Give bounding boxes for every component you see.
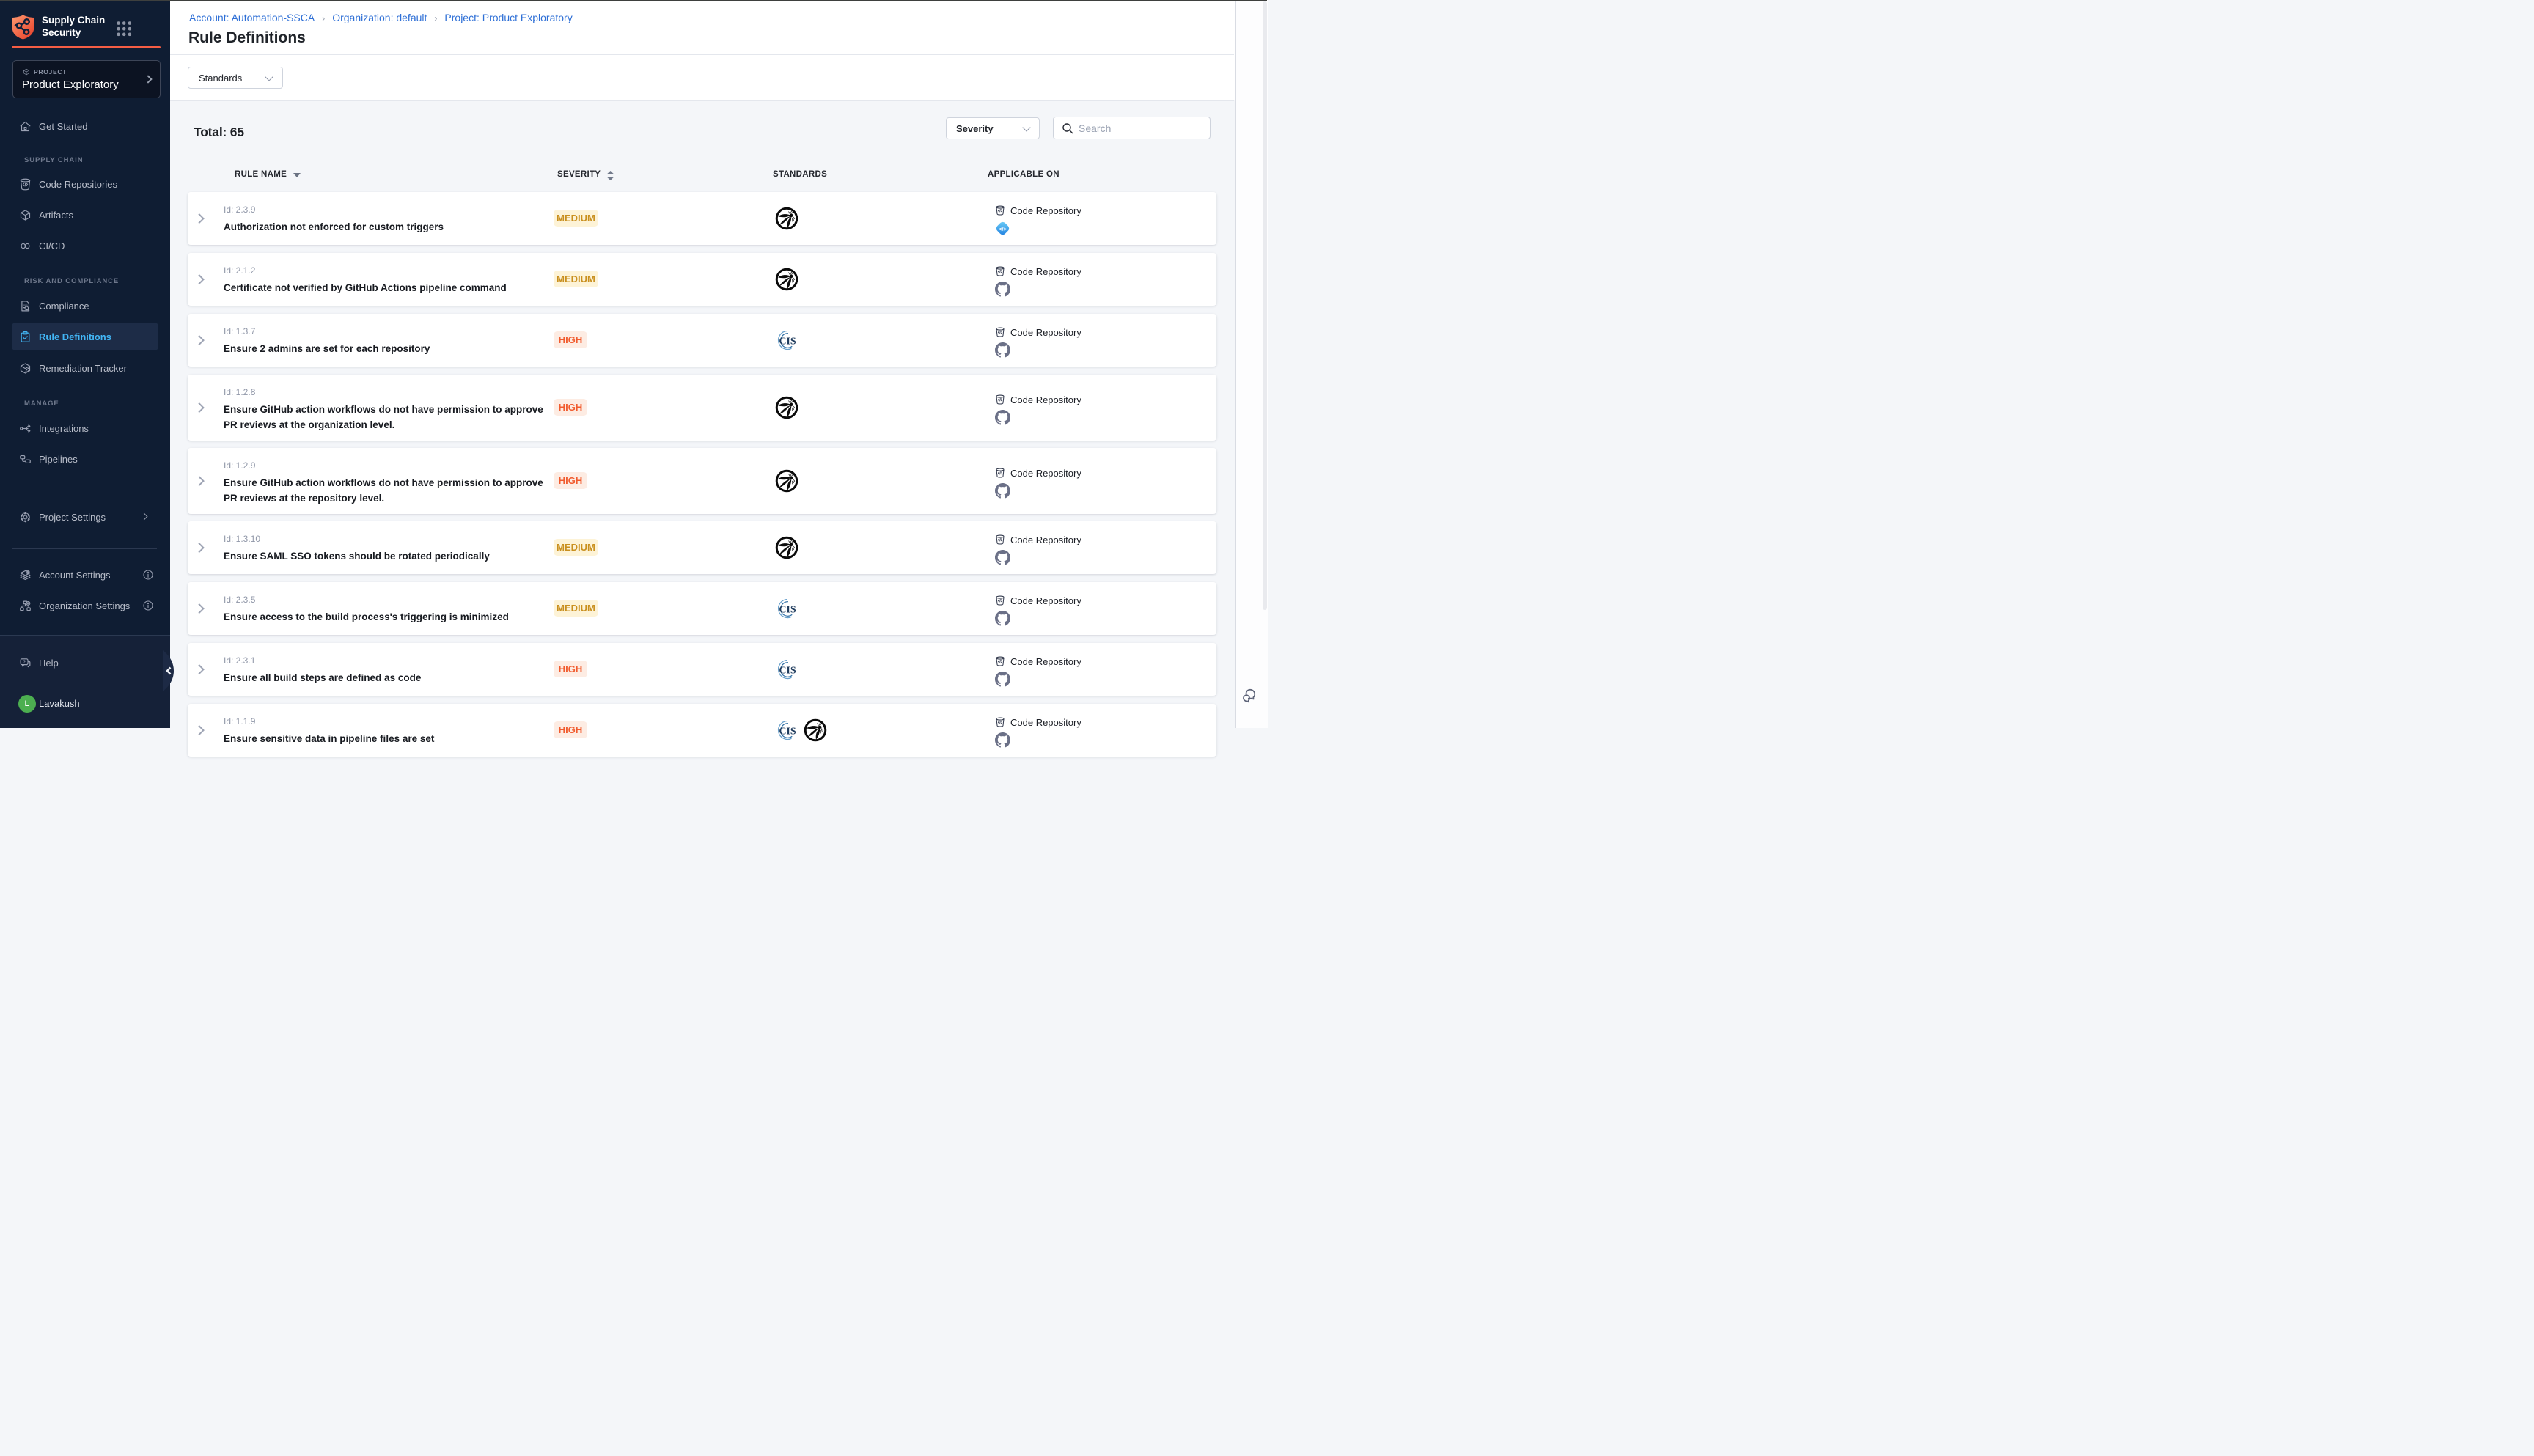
svg-text:</>: </>: [999, 226, 1006, 232]
svg-text:CIS: CIS: [779, 665, 796, 676]
svg-text:?: ?: [23, 660, 26, 665]
svg-text:CIS: CIS: [779, 604, 796, 615]
svg-text:CIS: CIS: [779, 336, 796, 347]
svg-text:CIS: CIS: [779, 726, 796, 737]
